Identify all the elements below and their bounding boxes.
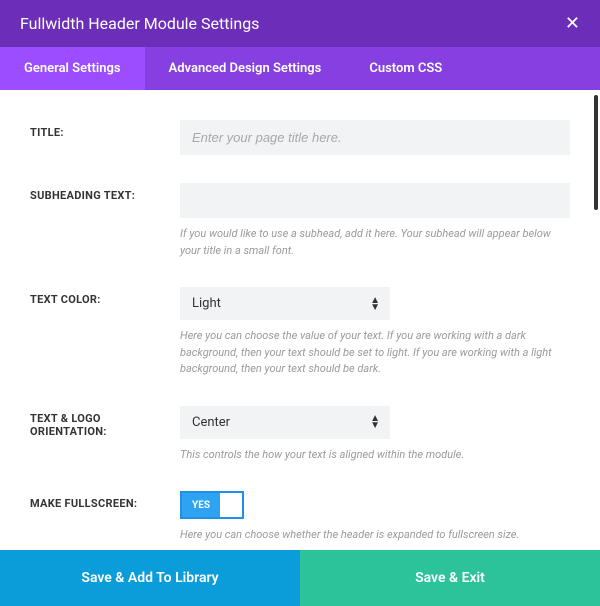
save-add-library-button[interactable]: Save & Add To Library (0, 550, 300, 606)
label-subheading: SUBHEADING TEXT: (30, 183, 180, 259)
help-orientation: This controls the how your text is align… (180, 447, 570, 464)
modal-footer: Save & Add To Library Save & Exit (0, 550, 600, 606)
row-subheading: SUBHEADING TEXT: If you would like to us… (30, 183, 570, 259)
row-orientation: TEXT & LOGO ORIENTATION: Center ▲▼ This … (30, 406, 570, 464)
close-icon[interactable]: ✕ (565, 15, 580, 33)
label-orientation: TEXT & LOGO ORIENTATION: (30, 406, 180, 464)
tabs-bar: General Settings Advanced Design Setting… (0, 47, 600, 90)
modal-title: Fullwidth Header Module Settings (20, 14, 259, 33)
tab-general-settings[interactable]: General Settings (0, 47, 145, 90)
orientation-select[interactable]: Center (180, 406, 390, 439)
text-color-select[interactable]: Light (180, 287, 390, 320)
row-text-color: TEXT COLOR: Light ▲▼ Here you can choose… (30, 287, 570, 378)
modal-header: Fullwidth Header Module Settings ✕ (0, 0, 600, 47)
fullscreen-toggle[interactable]: YES (180, 491, 244, 519)
row-fullscreen: MAKE FULLSCREEN: YES Here you can choose… (30, 491, 570, 544)
label-fullscreen: MAKE FULLSCREEN: (30, 491, 180, 544)
toggle-knob (220, 493, 242, 517)
save-exit-button[interactable]: Save & Exit (300, 550, 600, 606)
title-input[interactable] (180, 120, 570, 155)
help-fullscreen: Here you can choose whether the header i… (180, 527, 570, 544)
help-subheading: If you would like to use a subhead, add … (180, 226, 570, 259)
row-title: TITLE: (30, 120, 570, 155)
tab-custom-css[interactable]: Custom CSS (345, 47, 466, 90)
label-title: TITLE: (30, 120, 180, 155)
label-text-color: TEXT COLOR: (30, 287, 180, 378)
subheading-input[interactable] (180, 183, 570, 218)
toggle-yes-label: YES (182, 493, 220, 517)
help-text-color: Here you can choose the value of your te… (180, 328, 570, 378)
tab-advanced-design[interactable]: Advanced Design Settings (145, 47, 346, 90)
scrollbar-thumb[interactable] (594, 95, 598, 210)
form-content: TITLE: SUBHEADING TEXT: If you would lik… (0, 90, 600, 550)
